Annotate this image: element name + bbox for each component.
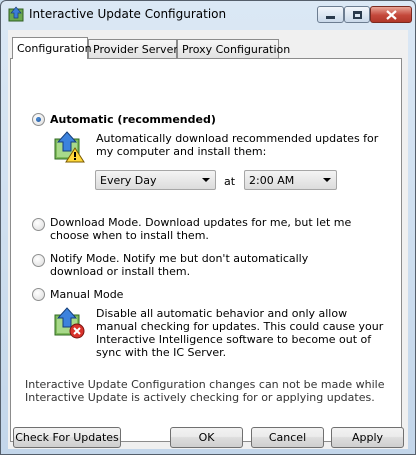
dialog-client-area: Configuration Provider Servers Proxy Con… (8, 30, 408, 449)
download-mode-label[interactable]: Download Mode. Download updates for me, … (50, 216, 360, 242)
cancel-button[interactable]: Cancel (251, 427, 324, 448)
time-select[interactable]: 2:00 AM (244, 170, 337, 190)
ok-button[interactable]: OK (170, 427, 243, 448)
close-button[interactable] (370, 6, 412, 23)
update-disabled-icon (53, 307, 85, 339)
chevron-down-icon (323, 178, 331, 182)
close-icon (385, 9, 397, 20)
dialog-window: Interactive Update Configuration Configu… (0, 0, 416, 455)
manual-mode-label[interactable]: Manual Mode (50, 288, 123, 301)
automatic-radio[interactable] (32, 113, 45, 126)
notify-mode-radio[interactable] (32, 254, 45, 267)
apply-button[interactable]: Apply (331, 427, 404, 448)
window-title: Interactive Update Configuration (29, 7, 227, 21)
manual-mode-radio[interactable] (32, 288, 45, 301)
manual-mode-description: Disable all automatic behavior and only … (96, 307, 384, 359)
minimize-button[interactable] (317, 6, 344, 23)
tab-proxy-configuration[interactable]: Proxy Configuration (177, 39, 290, 58)
time-value: 2:00 AM (249, 174, 295, 187)
maximize-button[interactable] (344, 6, 370, 23)
download-mode-radio[interactable] (32, 218, 45, 231)
tab-configuration[interactable]: Configuration (12, 37, 92, 59)
maximize-icon (352, 10, 362, 19)
update-warning-icon (53, 131, 85, 163)
frequency-select[interactable]: Every Day (95, 170, 216, 190)
title-bar[interactable]: Interactive Update Configuration (1, 1, 415, 29)
status-note: Interactive Update Configuration changes… (25, 378, 385, 404)
minimize-icon (326, 16, 335, 19)
frequency-value: Every Day (100, 174, 157, 187)
check-for-updates-button[interactable]: Check For Updates (13, 427, 121, 448)
tab-provider-servers[interactable]: Provider Servers (88, 39, 184, 58)
at-label: at (224, 175, 236, 188)
automatic-description: Automatically download recommended updat… (96, 132, 379, 158)
update-app-icon (8, 6, 24, 22)
notify-mode-label[interactable]: Notify Mode. Notify me but don't automat… (50, 252, 350, 278)
chevron-down-icon (202, 178, 210, 182)
automatic-label[interactable]: Automatic (recommended) (50, 113, 216, 126)
